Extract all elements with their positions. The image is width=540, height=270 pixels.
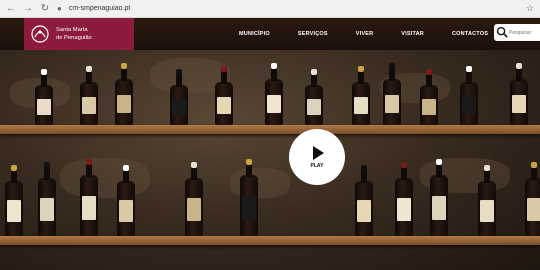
wine-bottle <box>430 159 448 236</box>
wall-stone <box>230 168 290 198</box>
nav-item-visitar[interactable]: VISITAR <box>387 31 438 37</box>
wine-bottle <box>478 165 496 236</box>
nav-item-servicos[interactable]: SERVIÇOS <box>284 31 342 37</box>
wine-bottle <box>352 66 370 125</box>
wine-bottle <box>115 63 133 125</box>
site-logo[interactable]: Santa Marta de Penaguião <box>24 18 134 50</box>
wine-bottle <box>170 69 188 125</box>
play-button[interactable]: PLAY <box>289 129 345 185</box>
lock-icon: ● <box>57 4 62 13</box>
search-box <box>494 24 540 41</box>
logo-name-line2: de Penaguião <box>56 35 92 41</box>
wine-bottle <box>240 159 258 236</box>
wine-bottle <box>35 69 53 125</box>
play-label: PLAY <box>310 162 324 169</box>
nav-item-municipio[interactable]: MUNICÍPIO <box>225 31 284 37</box>
wine-bottle <box>420 69 438 125</box>
wine-bottle <box>38 162 56 236</box>
browser-toolbar: ← → ↻ ● cm-smpenaguiao.pt ☆ <box>0 0 540 18</box>
wine-bottle <box>383 63 401 125</box>
wine-bottle <box>215 66 233 125</box>
wine-bottle <box>395 162 413 236</box>
forward-arrow-icon[interactable]: → <box>23 0 33 18</box>
star-icon[interactable]: ☆ <box>526 3 534 14</box>
hero-video-background <box>0 18 540 270</box>
wine-bottle <box>265 63 283 125</box>
reload-icon[interactable]: ↻ <box>40 0 50 18</box>
wine-bottle <box>355 165 373 236</box>
back-arrow-icon[interactable]: ← <box>6 0 16 18</box>
main-navigation: MUNICÍPIO SERVIÇOS VIVER VISITAR CONTACT… <box>225 18 502 50</box>
wine-shelf-upper <box>0 125 540 134</box>
wine-bottle <box>460 66 478 125</box>
search-icon[interactable] <box>496 26 509 39</box>
wine-bottle <box>185 162 203 236</box>
nav-item-contactos[interactable]: CONTACTOS <box>438 31 502 37</box>
wall-stone <box>60 158 150 198</box>
wine-bottle <box>525 162 540 236</box>
logo-name-line1: Santa Marta <box>56 27 88 33</box>
nav-item-viver[interactable]: VIVER <box>342 31 388 37</box>
search-input[interactable] <box>509 29 537 36</box>
wine-bottle <box>117 165 135 236</box>
wine-bottle <box>80 66 98 125</box>
play-icon <box>313 145 324 160</box>
wine-bottle <box>510 63 528 125</box>
wine-bottle <box>5 165 23 236</box>
wine-shelf-lower <box>0 236 540 245</box>
municipality-crest-icon <box>31 25 49 43</box>
wine-bottle <box>80 159 98 236</box>
address-bar[interactable]: cm-smpenaguiao.pt <box>69 5 519 12</box>
wine-bottle <box>305 69 323 125</box>
